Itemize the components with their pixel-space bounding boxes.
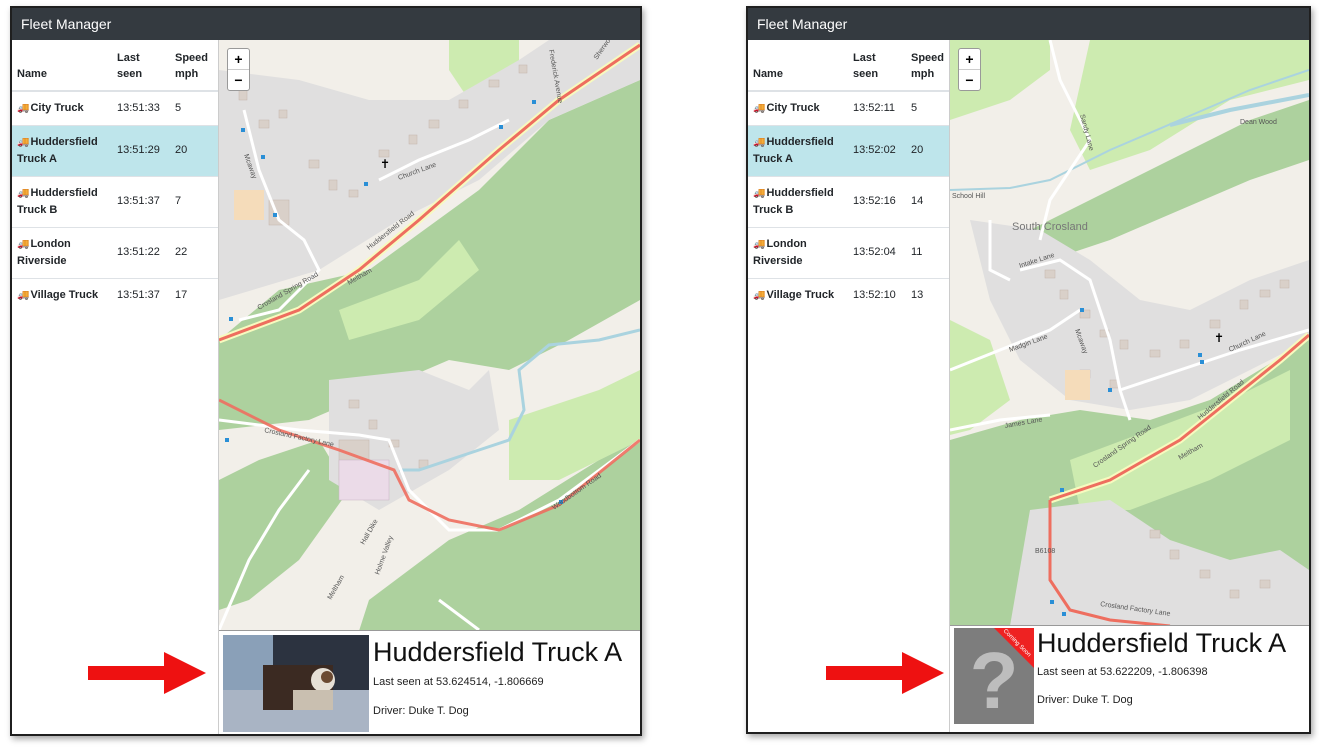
speed-cell: 20 bbox=[170, 124, 218, 176]
table-row[interactable]: 🚚City Truck 13:51:33 5 bbox=[12, 90, 218, 125]
map-view[interactable]: ✝ South Crosland Dean Wood School Hill I… bbox=[949, 39, 1309, 628]
map-view[interactable]: ✝ Church Lane Huddersfield Road Crosland… bbox=[217, 31, 640, 632]
last-seen-cell: 13:52:10 bbox=[847, 277, 906, 312]
speed-cell: 17 bbox=[170, 277, 218, 312]
placeholder-photo: ? Coming Soon bbox=[954, 628, 1034, 724]
truck-icon: 🚚 bbox=[753, 102, 766, 114]
last-seen-cell: 13:51:22 bbox=[112, 226, 170, 278]
truck-icon: 🚚 bbox=[17, 102, 30, 114]
red-arrow-icon bbox=[826, 652, 944, 694]
vehicle-name: Huddersfield Truck B bbox=[753, 186, 834, 216]
vehicle-name: Huddersfield Truck B bbox=[17, 186, 98, 216]
vehicle-table: Name Last seen Speed mph 🚚City Truck 13:… bbox=[748, 40, 949, 312]
speed-cell: 22 bbox=[170, 226, 218, 278]
truck-icon: 🚚 bbox=[753, 238, 766, 250]
vehicle-list: Name Last seen Speed mph 🚚City Truck 13:… bbox=[748, 40, 950, 732]
table-row[interactable]: 🚚London Riverside 13:51:22 22 bbox=[12, 226, 218, 278]
last-seen-cell: 13:52:04 bbox=[847, 226, 906, 278]
vehicle-list: Name Last seen Speed mph 🚚City Truck 13:… bbox=[12, 40, 219, 734]
fleet-manager-window-left: Fleet Manager Name Last seen Speed mph 🚚… bbox=[10, 6, 642, 736]
last-seen-cell: 13:51:33 bbox=[112, 90, 170, 125]
speed-cell: 7 bbox=[170, 175, 218, 227]
table-row-selected[interactable]: 🚚Huddersfield Truck A 13:52:02 20 bbox=[748, 124, 949, 176]
last-seen-cell: 13:52:11 bbox=[847, 90, 906, 125]
vehicle-info-panel: ? Coming Soon Huddersfield Truck A Last … bbox=[950, 625, 1309, 732]
zoom-control: + − bbox=[227, 48, 250, 91]
table-row[interactable]: 🚚City Truck 13:52:11 5 bbox=[748, 90, 949, 125]
fleet-manager-window-right: Fleet Manager Name Last seen Speed mph 🚚… bbox=[746, 6, 1311, 734]
table-row[interactable]: 🚚London Riverside 13:52:04 11 bbox=[748, 226, 949, 278]
svg-text:School Hill: School Hill bbox=[952, 193, 986, 200]
church-icon: ✝ bbox=[380, 157, 390, 171]
table-row[interactable]: 🚚Village Truck 13:51:37 17 bbox=[12, 277, 218, 312]
column-header-speed[interactable]: Speed mph bbox=[170, 40, 218, 92]
app-title: Fleet Manager bbox=[12, 8, 640, 40]
vehicle-name: Village Truck bbox=[766, 288, 835, 301]
truck-icon: 🚚 bbox=[17, 187, 30, 199]
vehicle-info-title: Huddersfield Truck A bbox=[373, 637, 623, 667]
column-header-last-seen[interactable]: Last seen bbox=[847, 40, 906, 92]
vehicle-info-panel: Huddersfield Truck A Last seen at 53.624… bbox=[219, 630, 640, 734]
last-seen-cell: 13:51:29 bbox=[112, 124, 170, 176]
truck-icon: 🚚 bbox=[753, 136, 766, 148]
column-header-last-seen[interactable]: Last seen bbox=[112, 40, 170, 92]
truck-icon: 🚚 bbox=[17, 289, 30, 301]
red-arrow-icon bbox=[88, 652, 206, 694]
vehicle-name: City Truck bbox=[766, 101, 820, 114]
vehicle-name: City Truck bbox=[30, 101, 84, 114]
column-header-name[interactable]: Name bbox=[12, 40, 112, 92]
last-seen-cell: 13:52:02 bbox=[847, 124, 906, 176]
last-seen-cell: 13:51:37 bbox=[112, 175, 170, 227]
truck-icon: 🚚 bbox=[753, 187, 766, 199]
speed-cell: 5 bbox=[170, 90, 218, 125]
svg-text:South Crosland: South Crosland bbox=[1012, 221, 1088, 233]
zoom-in-icon[interactable]: + bbox=[959, 49, 980, 69]
table-row[interactable]: 🚚Village Truck 13:52:10 13 bbox=[748, 277, 949, 312]
table-row[interactable]: 🚚Huddersfield Truck B 13:51:37 7 bbox=[12, 175, 218, 227]
map-canvas[interactable]: ✝ South Crosland Dean Wood School Hill I… bbox=[949, 39, 1309, 628]
speed-cell: 11 bbox=[905, 226, 949, 278]
vehicle-driver: Driver: Duke T. Dog bbox=[373, 705, 469, 717]
vehicle-driver: Driver: Duke T. Dog bbox=[1037, 694, 1133, 706]
vehicle-last-seen: Last seen at 53.624514, -1.806669 bbox=[373, 676, 544, 688]
svg-text:Dean Wood: Dean Wood bbox=[1240, 119, 1277, 126]
speed-cell: 5 bbox=[905, 90, 949, 125]
vehicle-table: Name Last seen Speed mph 🚚City Truck 13:… bbox=[12, 40, 218, 312]
column-header-speed[interactable]: Speed mph bbox=[905, 40, 949, 92]
speed-cell: 14 bbox=[905, 175, 949, 227]
table-row[interactable]: 🚚Huddersfield Truck B 13:52:16 14 bbox=[748, 175, 949, 227]
truck-icon: 🚚 bbox=[753, 289, 766, 301]
vehicle-info-title: Huddersfield Truck A bbox=[1037, 628, 1287, 658]
zoom-in-icon[interactable]: + bbox=[228, 49, 249, 69]
app-title: Fleet Manager bbox=[748, 8, 1309, 40]
table-row-selected[interactable]: 🚚Huddersfield Truck A 13:51:29 20 bbox=[12, 124, 218, 176]
speed-cell: 20 bbox=[905, 124, 949, 176]
last-seen-cell: 13:51:37 bbox=[112, 277, 170, 312]
vehicle-name: Huddersfield Truck A bbox=[753, 135, 834, 165]
column-header-name[interactable]: Name bbox=[748, 40, 848, 92]
zoom-control: + − bbox=[958, 48, 981, 91]
zoom-out-icon[interactable]: − bbox=[959, 69, 980, 90]
church-icon: ✝ bbox=[1214, 331, 1224, 345]
speed-cell: 13 bbox=[905, 277, 949, 312]
svg-text:B6108: B6108 bbox=[1035, 548, 1055, 555]
zoom-out-icon[interactable]: − bbox=[228, 69, 249, 90]
truck-icon: 🚚 bbox=[17, 238, 30, 250]
last-seen-cell: 13:52:16 bbox=[847, 175, 906, 227]
vehicle-name: Village Truck bbox=[30, 288, 99, 301]
vehicle-last-seen: Last seen at 53.622209, -1.806398 bbox=[1037, 666, 1208, 678]
vehicle-name: Huddersfield Truck A bbox=[17, 135, 98, 165]
map-canvas[interactable]: ✝ Church Lane Huddersfield Road Crosland… bbox=[217, 31, 640, 632]
question-mark-icon: ? bbox=[970, 636, 1019, 724]
driver-photo bbox=[223, 635, 369, 732]
truck-icon: 🚚 bbox=[17, 136, 30, 148]
